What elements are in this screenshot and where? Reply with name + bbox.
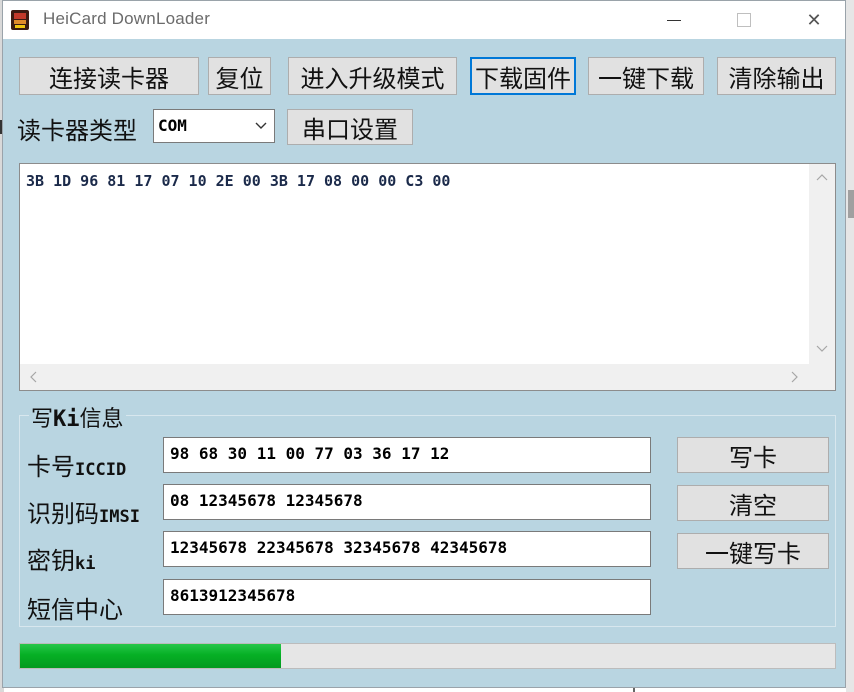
background-scrollbar — [846, 0, 854, 692]
app-icon — [11, 10, 29, 30]
iccid-label: 卡号ICCID — [27, 447, 126, 482]
reader-type-value: COM — [158, 116, 187, 135]
group-title-mono: Ki — [53, 407, 80, 432]
imsi-input[interactable] — [164, 485, 650, 519]
reader-type-label: 读卡器类型 — [17, 117, 137, 145]
connect-reader-button[interactable]: 连接读卡器 — [19, 57, 199, 95]
maximize-icon — [737, 13, 751, 27]
smsc-field[interactable] — [163, 579, 651, 615]
scroll-left-icon[interactable] — [28, 371, 38, 383]
background-scrollbar-thumb — [848, 190, 854, 218]
reader-type-select[interactable]: COM — [153, 109, 275, 143]
group-title-suffix: 信息 — [79, 407, 124, 432]
horizontal-scrollbar[interactable] — [20, 364, 809, 390]
ki-input[interactable] — [164, 532, 650, 566]
one-click-write-button[interactable]: 一键写卡 — [677, 533, 829, 569]
ki-label-prefix: 密钥 — [27, 547, 75, 575]
reset-button[interactable]: 复位 — [208, 57, 271, 95]
imsi-label-mono: IMSI — [99, 507, 140, 527]
imsi-label: 识别码IMSI — [27, 494, 140, 529]
imsi-field[interactable] — [163, 484, 651, 520]
output-console[interactable]: 3B 1D 96 81 17 07 10 2E 00 3B 17 08 00 0… — [19, 163, 836, 391]
smsc-input[interactable] — [164, 580, 650, 614]
scroll-up-icon[interactable] — [816, 172, 828, 182]
dropdown-arrow-icon — [255, 122, 267, 129]
close-icon: ✕ — [806, 9, 822, 31]
scroll-down-icon[interactable] — [816, 344, 828, 354]
window-title: HeiCard DownLoader — [43, 9, 211, 28]
maximize-button — [721, 1, 767, 39]
clear-output-button[interactable]: 清除输出 — [717, 57, 836, 95]
iccid-label-prefix: 卡号 — [27, 453, 75, 481]
serial-settings-button[interactable]: 串口设置 — [287, 109, 413, 145]
clear-fields-button[interactable]: 清空 — [677, 485, 829, 521]
imsi-label-prefix: 识别码 — [27, 500, 99, 528]
ki-label-mono: ki — [75, 554, 96, 574]
iccid-field[interactable] — [163, 437, 651, 473]
app-window: HeiCard DownLoader ✕ 连接读卡器 复位 进入升级模式 下载固… — [2, 0, 846, 688]
one-click-download-button[interactable]: 一键下载 — [588, 57, 704, 95]
title-bar[interactable]: HeiCard DownLoader ✕ — [3, 1, 845, 39]
group-title-prefix: 写 — [31, 407, 54, 432]
minimize-button[interactable] — [651, 1, 697, 39]
iccid-input[interactable] — [164, 438, 650, 472]
scrollbar-corner — [809, 364, 835, 390]
write-card-button[interactable]: 写卡 — [677, 437, 829, 473]
upgrade-mode-button[interactable]: 进入升级模式 — [288, 57, 457, 95]
minimize-icon — [667, 19, 681, 21]
progress-bar — [19, 643, 836, 669]
ki-label: 密钥ki — [27, 541, 95, 576]
scroll-right-icon[interactable] — [790, 371, 800, 383]
write-ki-group-title: 写Ki信息 — [29, 401, 126, 433]
vertical-scrollbar[interactable] — [809, 164, 835, 364]
progress-fill — [20, 644, 281, 668]
ki-field[interactable] — [163, 531, 651, 567]
smsc-label: 短信中心 — [27, 596, 123, 624]
output-text: 3B 1D 96 81 17 07 10 2E 00 3B 17 08 00 0… — [26, 172, 451, 190]
download-firmware-button[interactable]: 下载固件 — [470, 57, 576, 95]
close-button[interactable]: ✕ — [791, 1, 837, 39]
iccid-label-mono: ICCID — [75, 460, 127, 480]
